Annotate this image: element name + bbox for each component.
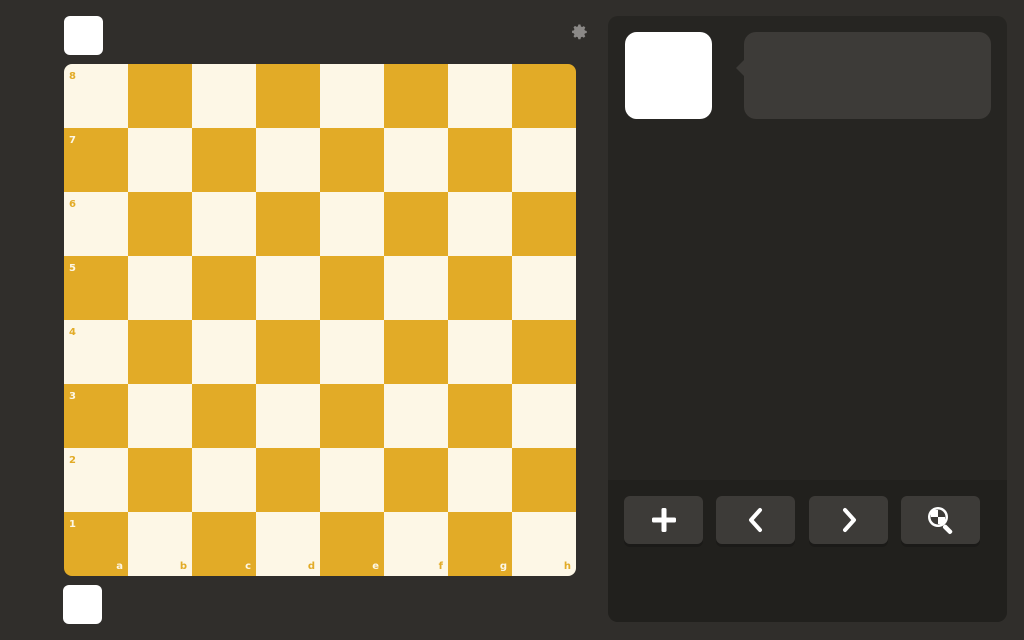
board-square-b3[interactable] (128, 384, 192, 448)
board-square-h2[interactable] (512, 448, 576, 512)
board-square-g7[interactable] (448, 128, 512, 192)
board-square-b2[interactable] (128, 448, 192, 512)
board-square-e2[interactable] (320, 448, 384, 512)
file-label: a (116, 561, 123, 572)
board-square-g1[interactable]: g (448, 512, 512, 576)
board-square-f4[interactable] (384, 320, 448, 384)
board-square-a6[interactable]: 6 (64, 192, 128, 256)
board-square-c2[interactable] (192, 448, 256, 512)
rank-label: 7 (69, 135, 76, 146)
controls-bar (608, 480, 1007, 622)
file-label: c (245, 561, 251, 572)
board-square-f3[interactable] (384, 384, 448, 448)
board-square-g3[interactable] (448, 384, 512, 448)
board-square-a1[interactable]: 1a (64, 512, 128, 576)
board-square-f6[interactable] (384, 192, 448, 256)
board-square-f1[interactable]: f (384, 512, 448, 576)
board-square-a4[interactable]: 4 (64, 320, 128, 384)
board-square-f7[interactable] (384, 128, 448, 192)
board-square-h5[interactable] (512, 256, 576, 320)
board-square-e7[interactable] (320, 128, 384, 192)
board-square-h7[interactable] (512, 128, 576, 192)
board-square-d5[interactable] (256, 256, 320, 320)
board-square-b5[interactable] (128, 256, 192, 320)
rank-label: 6 (69, 199, 76, 210)
board-square-e6[interactable] (320, 192, 384, 256)
previous-move-button[interactable] (716, 496, 795, 544)
board-square-a3[interactable]: 3 (64, 384, 128, 448)
board-square-c5[interactable] (192, 256, 256, 320)
board-square-d7[interactable] (256, 128, 320, 192)
file-label: d (307, 561, 315, 572)
board-square-b4[interactable] (128, 320, 192, 384)
analysis-button[interactable] (901, 496, 980, 544)
file-label: g (499, 561, 507, 572)
rank-label: 5 (69, 263, 76, 274)
file-label: e (372, 561, 379, 572)
board-square-b7[interactable] (128, 128, 192, 192)
board-square-e8[interactable] (320, 64, 384, 128)
file-label: f (438, 561, 443, 572)
rank-label: 1 (69, 519, 76, 530)
board-square-e3[interactable] (320, 384, 384, 448)
chevron-right-icon (842, 508, 856, 532)
board-square-e5[interactable] (320, 256, 384, 320)
rank-label: 8 (69, 71, 76, 82)
board-square-c3[interactable] (192, 384, 256, 448)
board-square-f5[interactable] (384, 256, 448, 320)
file-label: b (179, 561, 187, 572)
board-square-d2[interactable] (256, 448, 320, 512)
board-square-a2[interactable]: 2 (64, 448, 128, 512)
next-move-button[interactable] (809, 496, 888, 544)
new-game-button[interactable] (624, 496, 703, 544)
rank-label: 2 (69, 455, 76, 466)
board-square-e1[interactable]: e (320, 512, 384, 576)
board-square-e4[interactable] (320, 320, 384, 384)
rank-label: 4 (69, 327, 76, 338)
board-square-h3[interactable] (512, 384, 576, 448)
gear-icon (572, 24, 587, 40)
board-square-c6[interactable] (192, 192, 256, 256)
board-square-b1[interactable]: b (128, 512, 192, 576)
board-square-c1[interactable]: c (192, 512, 256, 576)
board-square-d6[interactable] (256, 192, 320, 256)
board-square-g5[interactable] (448, 256, 512, 320)
board-square-h4[interactable] (512, 320, 576, 384)
board-square-f2[interactable] (384, 448, 448, 512)
rank-label: 3 (69, 391, 76, 402)
board-square-d3[interactable] (256, 384, 320, 448)
chevron-left-icon (748, 508, 762, 532)
file-label: h (563, 561, 571, 572)
board-square-c8[interactable] (192, 64, 256, 128)
board-square-c7[interactable] (192, 128, 256, 192)
board-square-d4[interactable] (256, 320, 320, 384)
board-square-g4[interactable] (448, 320, 512, 384)
board-square-g8[interactable] (448, 64, 512, 128)
board-square-a5[interactable]: 5 (64, 256, 128, 320)
chess-board[interactable]: 87654321abcdefgh (64, 64, 576, 576)
board-square-a8[interactable]: 8 (64, 64, 128, 128)
coach-speech-bubble (736, 32, 991, 119)
player-avatar (63, 585, 102, 624)
board-square-d8[interactable] (256, 64, 320, 128)
magnifier-icon (927, 507, 952, 535)
board-square-f8[interactable] (384, 64, 448, 128)
board-square-h6[interactable] (512, 192, 576, 256)
plus-icon (651, 508, 676, 532)
board-square-b6[interactable] (128, 192, 192, 256)
board-square-d1[interactable]: d (256, 512, 320, 576)
board-square-h1[interactable]: h (512, 512, 576, 576)
board-square-g6[interactable] (448, 192, 512, 256)
board-square-h8[interactable] (512, 64, 576, 128)
side-panel (608, 16, 1007, 622)
opponent-avatar (64, 16, 103, 55)
board-square-a7[interactable]: 7 (64, 128, 128, 192)
board-square-c4[interactable] (192, 320, 256, 384)
coach-avatar (625, 32, 712, 119)
settings-button[interactable] (571, 23, 589, 41)
board-square-g2[interactable] (448, 448, 512, 512)
board-square-b8[interactable] (128, 64, 192, 128)
